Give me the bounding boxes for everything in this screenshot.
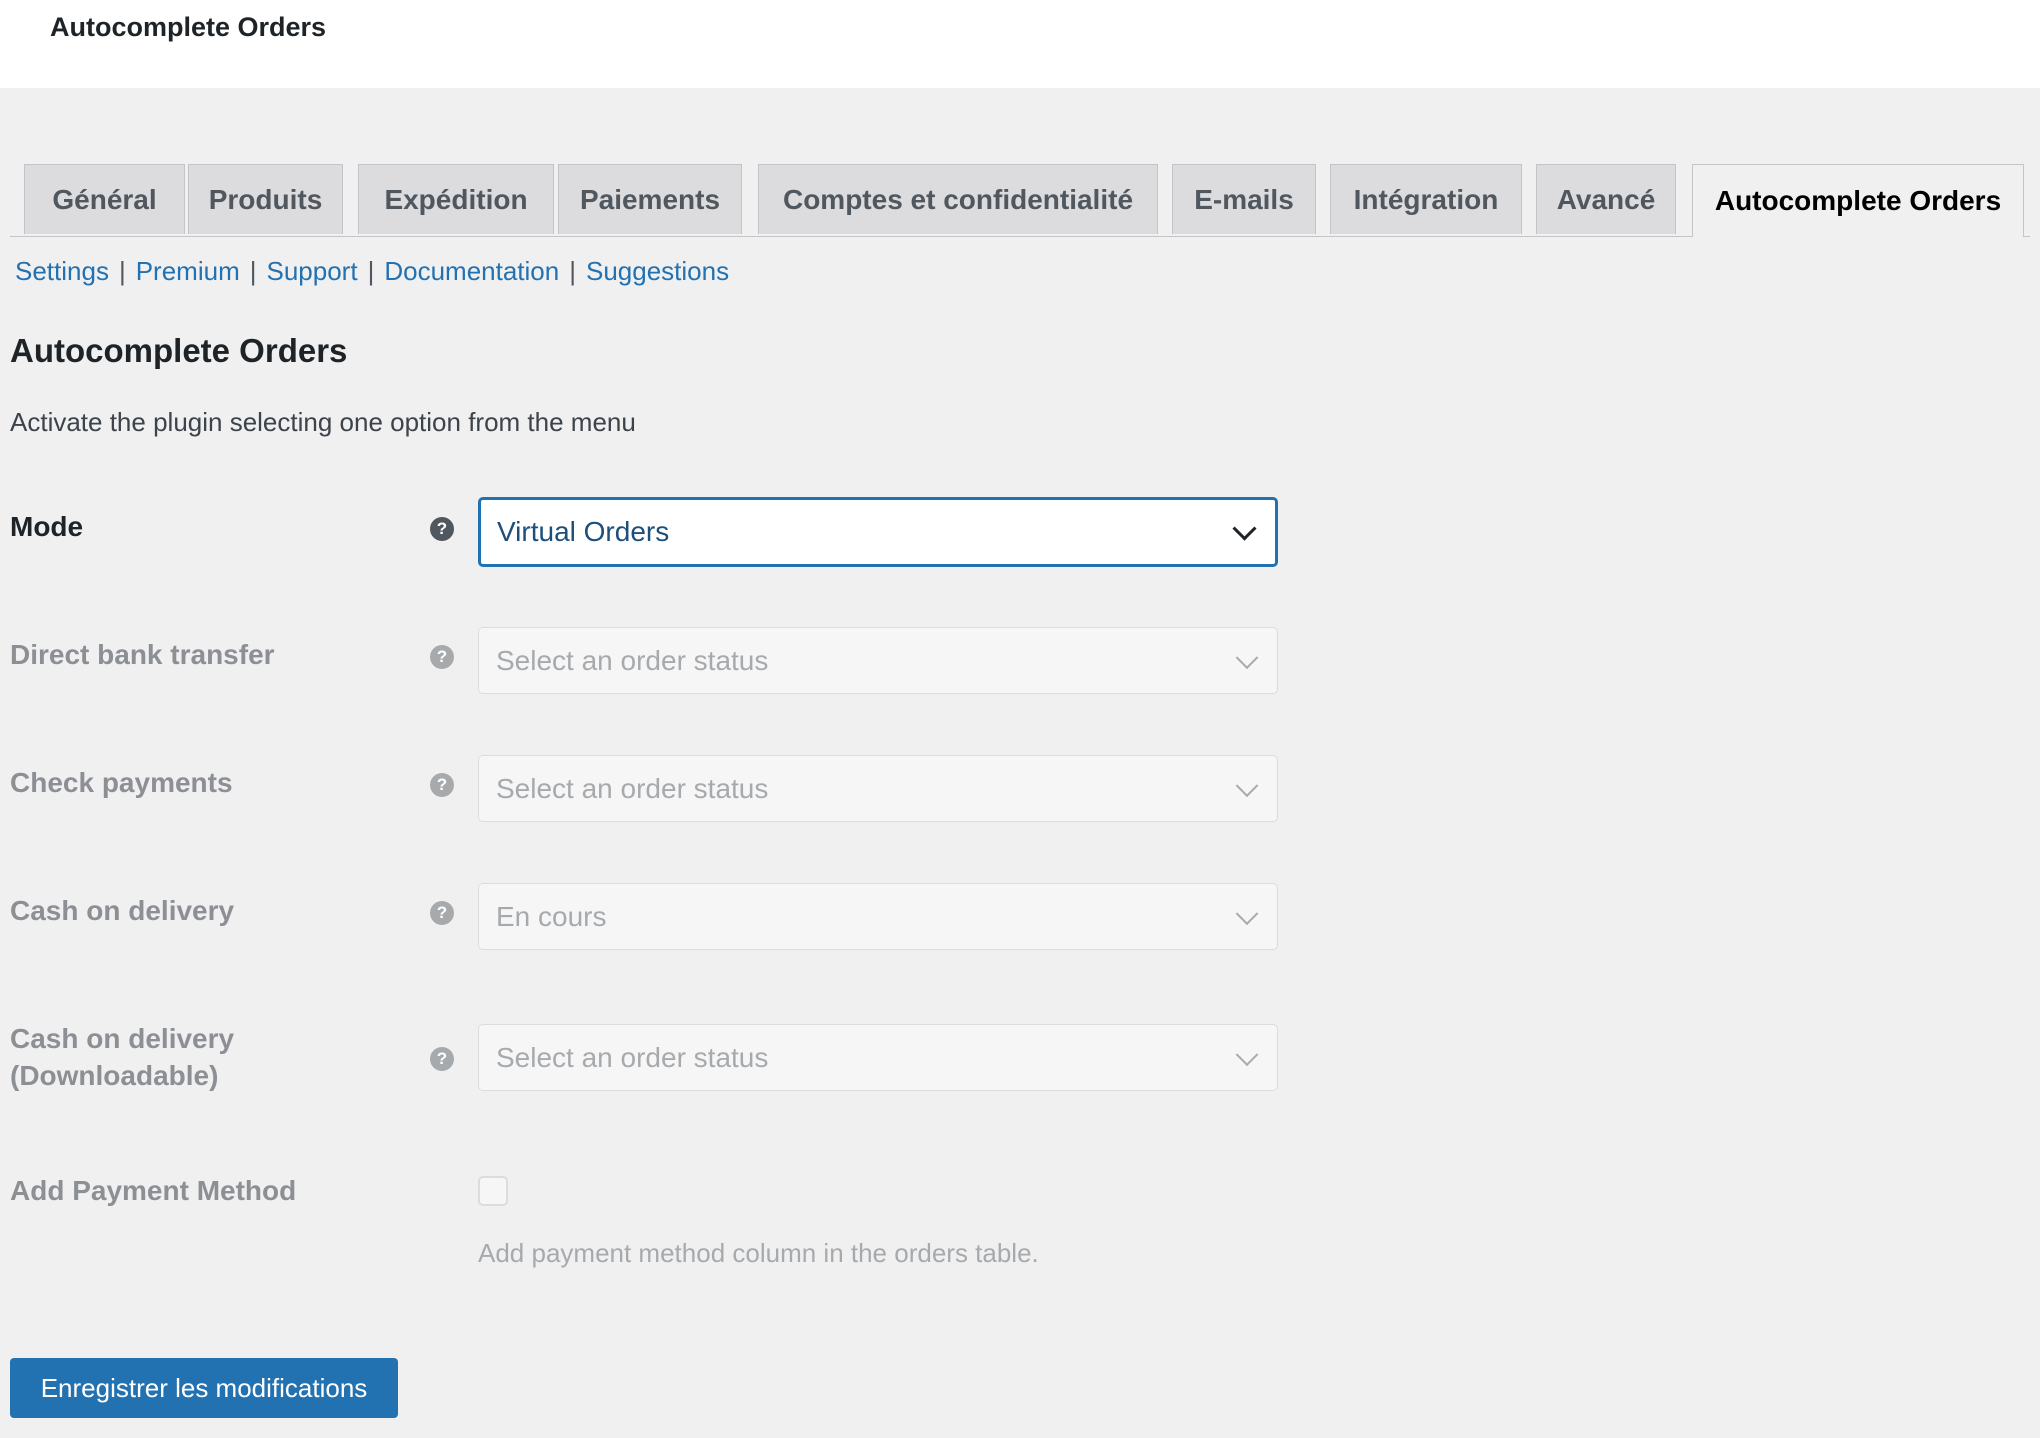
top-bar: Autocomplete Orders xyxy=(0,0,2040,88)
cash-on-delivery-downloadable-label-line2: (Downloadable) xyxy=(10,1060,219,1091)
check-payments-select-value: Select an order status xyxy=(496,772,769,804)
direct-bank-transfer-help-icon[interactable]: ? xyxy=(430,645,454,669)
cash-on-delivery-select-value: En cours xyxy=(496,900,607,932)
tab-avance[interactable]: Avancé xyxy=(1536,164,1676,234)
mode-help-icon[interactable]: ? xyxy=(430,517,454,541)
tab-autocomplete-orders[interactable]: Autocomplete Orders xyxy=(1692,164,2024,237)
mode-select-value: Virtual Orders xyxy=(497,516,670,547)
chevron-down-icon xyxy=(1235,1042,1259,1066)
chevron-down-icon xyxy=(1235,773,1259,797)
cash-on-delivery-help-icon[interactable]: ? xyxy=(430,901,454,925)
page-description: Activate the plugin selecting one option… xyxy=(10,407,636,437)
subnav-separator: | xyxy=(249,256,257,286)
subnav-documentation-link[interactable]: Documentation xyxy=(384,256,559,286)
subnav-suggestions-link[interactable]: Suggestions xyxy=(586,256,729,286)
check-payments-label: Check payments xyxy=(10,767,233,798)
chevron-down-icon xyxy=(1235,901,1259,925)
cash-on-delivery-downloadable-select-value: Select an order status xyxy=(496,1041,769,1073)
add-payment-method-description: Add payment method column in the orders … xyxy=(478,1238,1039,1268)
cash-on-delivery-select[interactable]: En cours xyxy=(478,883,1278,950)
direct-bank-transfer-select-value: Select an order status xyxy=(496,644,769,676)
chevron-down-icon xyxy=(1232,516,1257,541)
subnav-premium-link[interactable]: Premium xyxy=(136,256,240,286)
direct-bank-transfer-label: Direct bank transfer xyxy=(10,639,275,670)
cash-on-delivery-downloadable-help-icon[interactable]: ? xyxy=(430,1047,454,1071)
check-payments-select[interactable]: Select an order status xyxy=(478,755,1278,822)
tab-expedition[interactable]: Expédition xyxy=(358,164,554,234)
tab-produits[interactable]: Produits xyxy=(188,164,343,234)
settings-tabs: Général Produits Expédition Paiements Co… xyxy=(10,164,2030,237)
cash-on-delivery-downloadable-label: Cash on delivery (Downloadable) xyxy=(10,1020,234,1094)
subnav-settings-link[interactable]: Settings xyxy=(15,256,109,286)
cash-on-delivery-downloadable-label-line1: Cash on delivery xyxy=(10,1023,235,1054)
direct-bank-transfer-select[interactable]: Select an order status xyxy=(478,627,1278,694)
check-payments-help-icon[interactable]: ? xyxy=(430,773,454,797)
subnav-separator: | xyxy=(118,256,126,286)
add-payment-method-checkbox[interactable] xyxy=(478,1176,508,1206)
cash-on-delivery-downloadable-select[interactable]: Select an order status xyxy=(478,1024,1278,1091)
page-title: Autocomplete Orders xyxy=(10,332,348,369)
tab-comptes-et-confidentialite[interactable]: Comptes et confidentialité xyxy=(758,164,1158,234)
subnav-separator: | xyxy=(367,256,375,286)
plugin-subnav: Settings | Premium | Support | Documentation | S… xyxy=(15,256,729,287)
save-changes-button[interactable]: Enregistrer les modifications xyxy=(10,1358,398,1418)
tab-general[interactable]: Général xyxy=(24,164,185,234)
cash-on-delivery-label: Cash on delivery xyxy=(10,895,235,926)
chevron-down-icon xyxy=(1235,645,1259,669)
subnav-support-link[interactable]: Support xyxy=(267,256,358,286)
subnav-separator: | xyxy=(569,256,576,286)
mode-select[interactable]: Virtual Orders xyxy=(478,497,1278,567)
add-payment-method-label: Add Payment Method xyxy=(10,1175,297,1206)
mode-label: Mode xyxy=(10,511,84,542)
top-bar-title: Autocomplete Orders xyxy=(50,12,327,42)
tab-emails[interactable]: E-mails xyxy=(1172,164,1316,234)
tab-integration[interactable]: Intégration xyxy=(1330,164,1522,234)
tab-paiements[interactable]: Paiements xyxy=(558,164,742,234)
